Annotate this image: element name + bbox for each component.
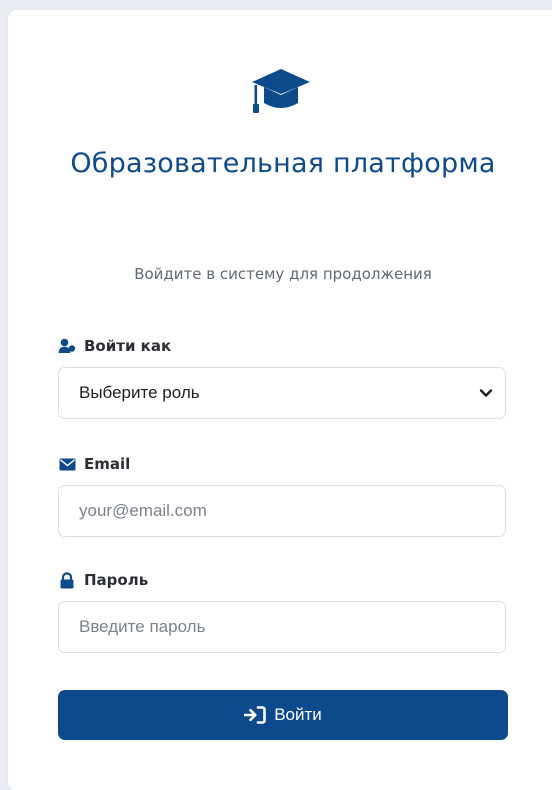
email-label-text: Email — [84, 455, 131, 473]
envelope-icon — [58, 455, 76, 473]
email-input[interactable] — [59, 486, 505, 536]
password-field[interactable] — [58, 601, 506, 653]
password-label-text: Пароль — [84, 571, 149, 589]
page-title: Образовательная платформа — [70, 148, 496, 179]
role-label-text: Войти как — [84, 337, 172, 355]
sign-in-icon — [244, 706, 267, 724]
role-select[interactable]: Выберите роль — [58, 367, 506, 419]
password-input[interactable] — [59, 602, 505, 652]
role-label: Войти как — [58, 335, 171, 357]
email-label: Email — [58, 453, 130, 475]
lock-icon — [58, 571, 76, 589]
login-card: Образовательная платформа Войдите в сист… — [8, 10, 552, 790]
role-selected-value: Выберите роль — [79, 383, 200, 402]
chevron-down-icon[interactable] — [478, 385, 494, 401]
user-icon — [58, 337, 76, 355]
graduation-cap-icon — [249, 68, 313, 116]
page-subtitle: Войдите в систему для продолжения — [134, 265, 432, 283]
email-field[interactable] — [58, 485, 506, 537]
login-button-label: Войти — [274, 705, 322, 724]
password-label: Пароль — [58, 569, 148, 591]
login-button[interactable]: Войти — [58, 690, 508, 740]
